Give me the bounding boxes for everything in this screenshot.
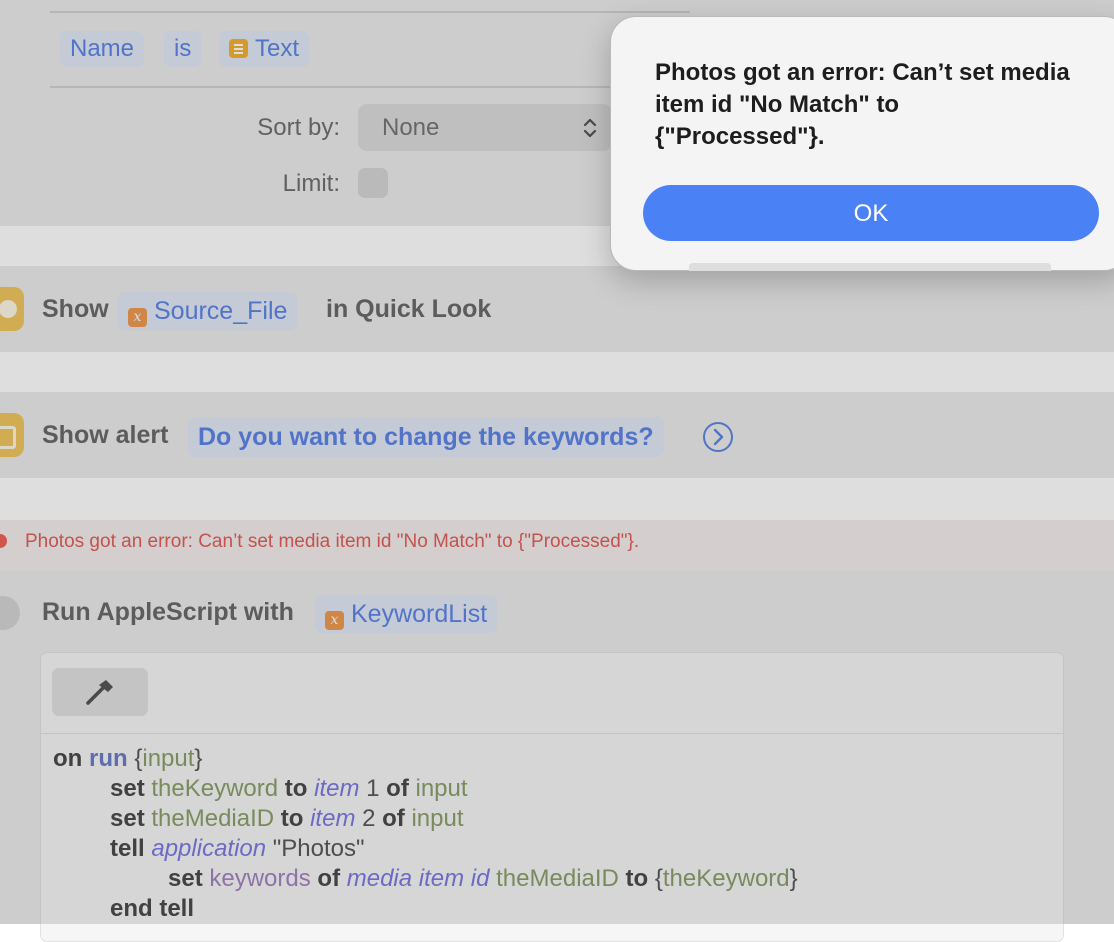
alert-message: Photos got an error: Can’t set media ite… (655, 59, 1070, 150)
filter-field-token[interactable]: Name (60, 31, 145, 67)
ok-button[interactable]: OK (643, 185, 1099, 241)
sort-by-label: Sort by: (257, 114, 340, 141)
hammer-icon (86, 680, 113, 705)
quicklook-eye-icon (0, 287, 24, 331)
code-keyword: run (89, 745, 128, 772)
code-punct: { (654, 865, 663, 892)
code-line-3: set theMediaID to item 2 of input (110, 804, 464, 834)
keywordlist-variable-token[interactable]: x KeywordList (315, 595, 498, 633)
code-variable: input (142, 745, 195, 772)
code-keyword: of (382, 805, 405, 832)
source-file-variable-token[interactable]: x Source_File (118, 292, 298, 330)
code-number: 2 (362, 805, 376, 832)
code-keyword: to (625, 865, 649, 892)
keywordlist-label: KeywordList (351, 600, 488, 628)
code-punct: } (194, 745, 203, 772)
code-keyword: tell (110, 835, 145, 862)
quicklook-verb: Show (42, 295, 109, 323)
variable-icon: x (325, 611, 344, 630)
sort-by-popup[interactable]: None (358, 104, 612, 151)
code-variable: input (411, 805, 464, 832)
code-variable: theKeyword (662, 865, 790, 892)
alert-message-token[interactable]: Do you want to change the keywords? (188, 417, 664, 457)
divider (50, 86, 690, 88)
code-punct: } (789, 865, 798, 892)
code-class: item (314, 775, 360, 802)
limit-label: Limit: (282, 170, 340, 197)
code-keyword: of (317, 865, 341, 892)
code-keyword: of (386, 775, 409, 802)
code-class: application (151, 835, 267, 862)
code-keyword: on (53, 745, 83, 772)
quicklook-suffix: in Quick Look (326, 295, 492, 323)
code-class: id (470, 865, 490, 892)
code-keyword: set (168, 865, 203, 892)
chevron-right-circle-icon[interactable] (702, 421, 734, 453)
code-keyword: to (280, 805, 304, 832)
code-line-6: end tell (110, 894, 194, 924)
code-line-4: tell application "Photos" (110, 834, 365, 864)
filter-value-token[interactable]: Text (219, 31, 310, 67)
chevron-updown-icon (583, 118, 597, 138)
error-alert-dialog: Photos got an error: Can’t set media ite… (610, 16, 1114, 271)
code-keyword: set (110, 805, 145, 832)
code-line-1: on run {input} (53, 744, 202, 774)
code-variable: input (415, 775, 468, 802)
filter-value-label: Text (255, 35, 300, 62)
sort-by-value: None (382, 114, 440, 141)
text-variable-icon (229, 39, 248, 58)
code-variable: theKeyword (151, 775, 279, 802)
code-string: "Photos" (272, 835, 365, 862)
compile-button[interactable] (52, 668, 148, 716)
code-number: 1 (366, 775, 380, 802)
filter-operator-token[interactable]: is (164, 31, 202, 67)
code-variable: theMediaID (496, 865, 619, 892)
show-alert-verb: Show alert (42, 421, 169, 449)
run-applescript-label: Run AppleScript with (42, 598, 294, 626)
code-class: media item (346, 865, 465, 892)
code-class: item (310, 805, 356, 832)
code-variable: theMediaID (151, 805, 275, 832)
code-keyword: set (110, 775, 145, 802)
dialog-edge (689, 263, 1051, 271)
error-message: Photos got an error: Can’t set media ite… (25, 531, 640, 552)
code-line-5: set keywords of media item id theMediaID… (168, 864, 798, 894)
code-punct: { (127, 745, 143, 772)
limit-checkbox[interactable] (358, 168, 388, 198)
code-keyword: end tell (110, 895, 195, 922)
code-property: keywords (209, 865, 311, 892)
alert-app-icon (0, 413, 24, 457)
code-line-2: set theKeyword to item 1 of input (110, 774, 468, 804)
code-keyword: to (284, 775, 308, 802)
source-file-label: Source_File (154, 297, 288, 325)
divider (50, 11, 690, 13)
variable-icon: x (128, 308, 147, 327)
editor-divider (40, 733, 1064, 734)
